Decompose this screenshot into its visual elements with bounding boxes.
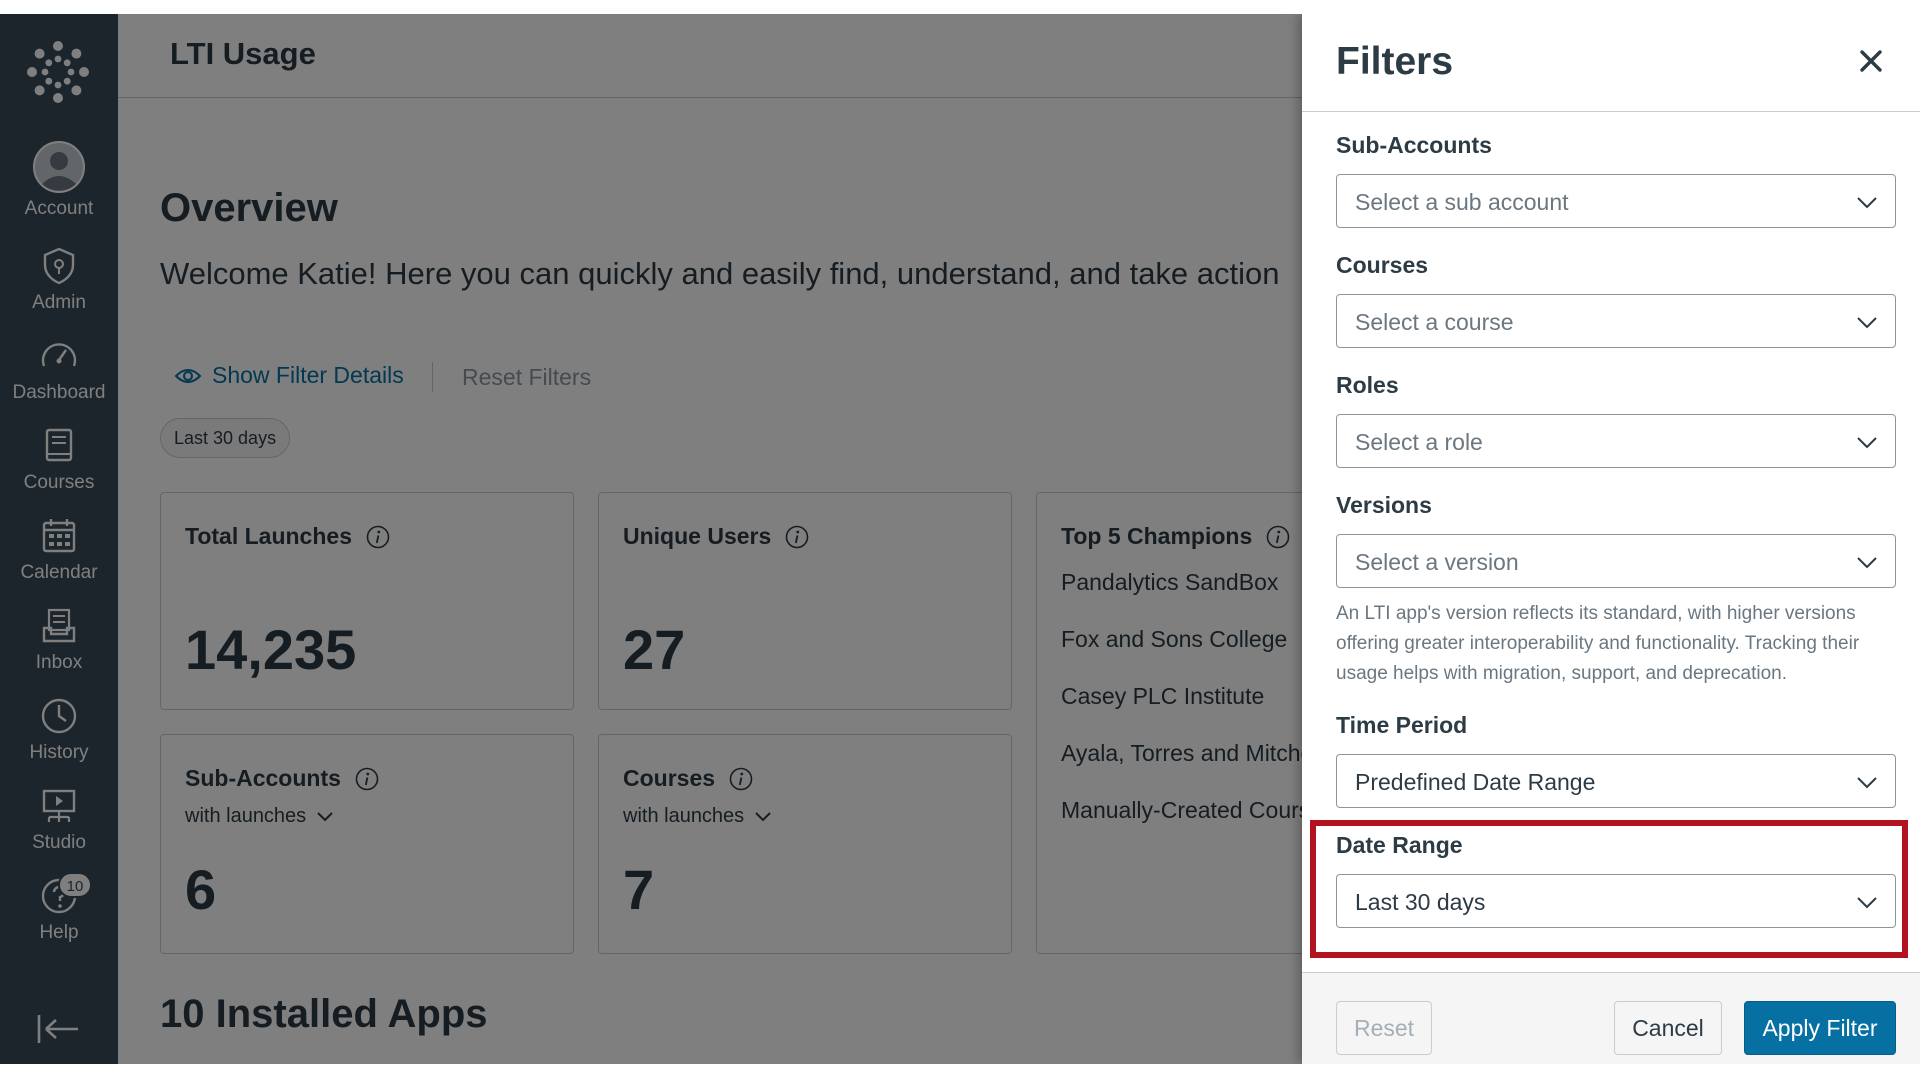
chevron-down-icon [1857,317,1877,329]
apply-filter-button[interactable]: Apply Filter [1744,1001,1896,1055]
roles-filter-label: Roles [1336,372,1399,398]
role-select[interactable]: Select a role [1336,414,1896,468]
chevron-down-icon [1857,897,1877,909]
chevron-down-icon [1857,557,1877,569]
app-frame: Account Admin Dashboard Courses [0,14,1920,1064]
reset-button[interactable]: Reset [1336,1001,1432,1055]
version-select-placeholder: Select a version [1355,549,1519,575]
sub-account-select[interactable]: Select a sub account [1336,174,1896,228]
filters-title: Filters [1336,40,1454,83]
cancel-button[interactable]: Cancel [1614,1001,1722,1055]
course-select-placeholder: Select a course [1355,309,1514,335]
chevron-down-icon [1857,437,1877,449]
filters-footer: Reset Cancel Apply Filter [1302,972,1920,1064]
chevron-down-icon [1857,197,1877,209]
date-range-select-value: Last 30 days [1355,889,1486,915]
version-select[interactable]: Select a version [1336,534,1896,588]
date-range-select[interactable]: Last 30 days [1336,874,1896,928]
versions-filter-label: Versions [1336,492,1432,518]
time-period-select[interactable]: Predefined Date Range [1336,754,1896,808]
sub-accounts-filter-label: Sub-Accounts [1336,132,1492,158]
close-icon[interactable] [1856,46,1886,76]
courses-filter-label: Courses [1336,252,1429,278]
filters-header: Filters [1302,14,1920,112]
sub-account-select-placeholder: Select a sub account [1355,189,1569,215]
filters-tray: Filters Sub-Accounts Select a sub accoun… [1302,14,1920,1064]
time-period-select-value: Predefined Date Range [1355,769,1596,795]
time-period-filter-label: Time Period [1336,712,1468,738]
role-select-placeholder: Select a role [1355,429,1483,455]
course-select[interactable]: Select a course [1336,294,1896,348]
chevron-down-icon [1857,777,1877,789]
date-range-filter-label: Date Range [1336,832,1463,858]
versions-help-text: An LTI app's version reflects its standa… [1336,603,1860,684]
